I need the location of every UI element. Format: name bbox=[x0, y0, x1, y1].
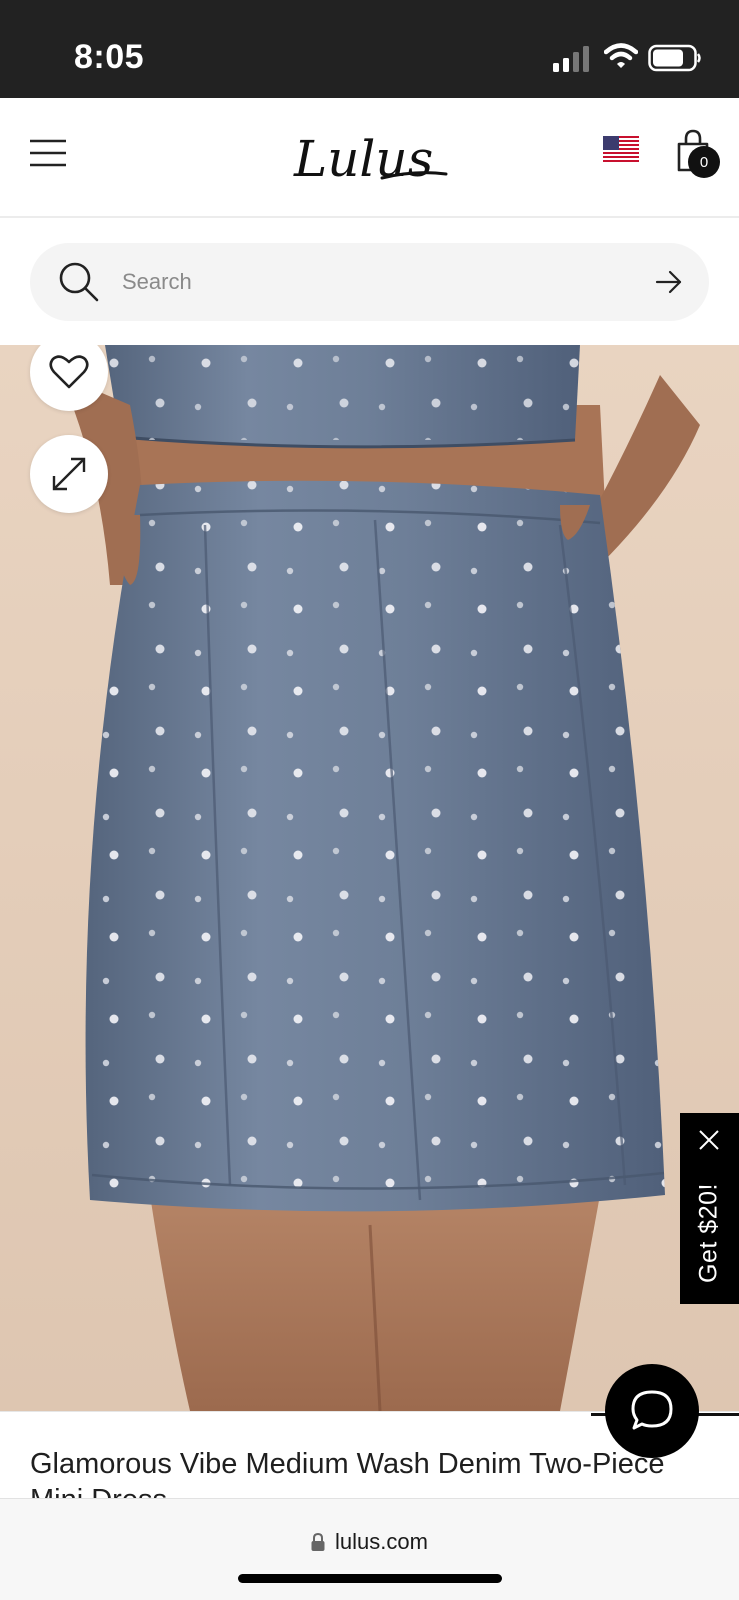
search-input[interactable] bbox=[122, 257, 622, 307]
battery-icon bbox=[648, 44, 701, 72]
close-icon[interactable] bbox=[698, 1129, 720, 1151]
expand-image-button[interactable] bbox=[30, 435, 108, 513]
site-header: Lulus bbox=[0, 98, 739, 218]
search-section bbox=[0, 220, 739, 344]
status-time: 8:05 bbox=[74, 38, 145, 76]
cart-count-badge[interactable]: 0 bbox=[688, 146, 720, 178]
menu-icon[interactable] bbox=[28, 138, 68, 168]
cellular-signal-icon bbox=[553, 46, 589, 72]
lulus-logo[interactable]: Lulus bbox=[290, 120, 450, 196]
search-icon bbox=[59, 262, 99, 302]
chat-button[interactable] bbox=[605, 1364, 699, 1458]
us-flag-icon[interactable] bbox=[603, 136, 639, 162]
wifi-icon bbox=[604, 43, 638, 68]
chat-bubble-icon bbox=[631, 1390, 673, 1430]
logo-text: Lulus bbox=[293, 130, 433, 188]
search-bar[interactable] bbox=[30, 243, 709, 321]
lock-icon bbox=[311, 1533, 325, 1551]
promo-label: Get $20! bbox=[694, 1183, 723, 1283]
browser-bar: lulus.com bbox=[0, 1498, 739, 1600]
url-text: lulus.com bbox=[335, 1529, 428, 1554]
product-photo bbox=[60, 345, 700, 1411]
product-image[interactable] bbox=[0, 345, 739, 1411]
promo-tab[interactable]: Get $20! bbox=[680, 1113, 739, 1304]
arrow-right-icon[interactable] bbox=[654, 268, 684, 296]
expand-icon bbox=[52, 457, 86, 491]
status-bar: 8:05 bbox=[0, 0, 739, 98]
url-bar[interactable]: lulus.com bbox=[0, 1527, 739, 1557]
heart-icon bbox=[49, 355, 89, 389]
product-title: Glamorous Vibe Medium Wash Denim Two-Pie… bbox=[30, 1448, 665, 1499]
home-indicator[interactable] bbox=[238, 1574, 502, 1583]
